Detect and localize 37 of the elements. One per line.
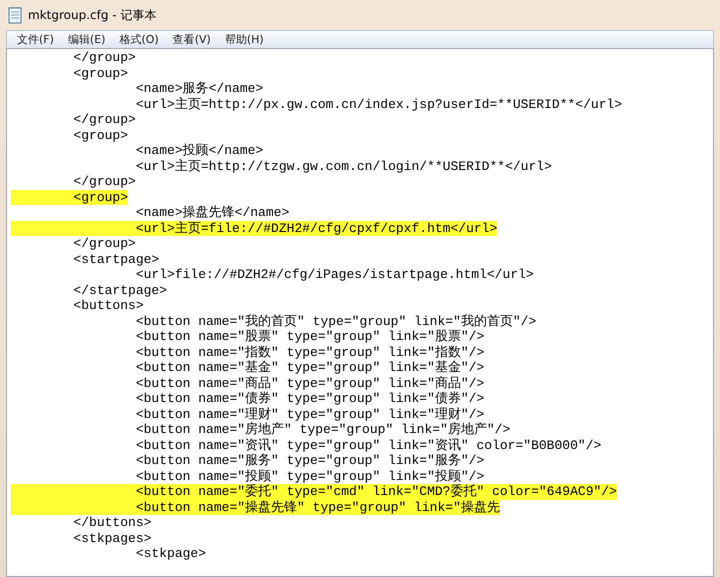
code-line: <button name="指数" type="group" link="指数"/>: [134, 344, 484, 360]
code-line: <button name="债券" type="group" link="债券"/>: [134, 391, 484, 406]
code-line: <button name="商品" type="group" link="商品"/>: [134, 376, 484, 391]
text-editor[interactable]: [6, 48, 714, 577]
code-line: <name>操盘先锋</name>: [134, 205, 290, 220]
code-line: <stkpages>: [72, 530, 152, 546]
code-line: <name>投顾</name>: [134, 143, 264, 158]
code-line: <button name="资讯" type="group" link="资讯" color="B0B000"/>: [134, 438, 602, 453]
code-line: <group>: [72, 66, 128, 81]
menu-item[interactable]: 帮助(H): [218, 32, 272, 47]
code-line: <button name="基金" type="group" link="基金"/>: [134, 360, 484, 376]
code-line: </group>: [72, 112, 136, 128]
code-line: </startpage>: [72, 282, 168, 298]
code-line: </group>: [72, 236, 136, 252]
code-line: <group>: [72, 128, 128, 143]
code-line: <url>主页=http://px.gw.com.cn/index.jsp?userId=**USERID**</url>: [134, 96, 622, 112]
code-line: <button name="理财" type="group" link="理财"/>: [134, 406, 484, 422]
code-line: </buttons>: [72, 515, 152, 530]
code-line: <stkpage>: [134, 546, 206, 562]
code-line: </group>: [72, 50, 136, 66]
code-line: <button name="股票" type="group" link="股票"/>: [134, 329, 484, 344]
code-line: <name>服务</name>: [134, 81, 264, 96]
window-title: mktgroup.cfg - 记事本: [28, 6, 156, 24]
code-line: <button name="我的首页" type="group" link="我的首页"/>: [134, 314, 536, 329]
code-line: <button name="投顾" type="group" link="投顾"/>: [134, 468, 484, 484]
code-line: <buttons>: [72, 298, 144, 314]
code-line: <url>file://#DZH2#/cfg/iPages/istartpage.html</url>: [134, 267, 534, 282]
menu-item[interactable]: 文件(F): [11, 32, 62, 47]
code-line: <url>主页=http://tzgw.gw.com.cn/login/**USERID**</url>: [134, 158, 552, 174]
menu-item[interactable]: 格式(O): [113, 32, 167, 47]
code-line: <startpage>: [72, 252, 160, 267]
menu-item[interactable]: 查看(V): [166, 32, 219, 47]
notepad-icon: [8, 6, 22, 24]
code-line: <button name="服务" type="group" link="服务"/>: [134, 453, 484, 468]
code-line: <button name="房地产" type="group" link="房地产"/>: [134, 422, 510, 438]
code-line: </group>: [72, 174, 136, 190]
menu-item[interactable]: 编辑(E): [62, 32, 114, 47]
